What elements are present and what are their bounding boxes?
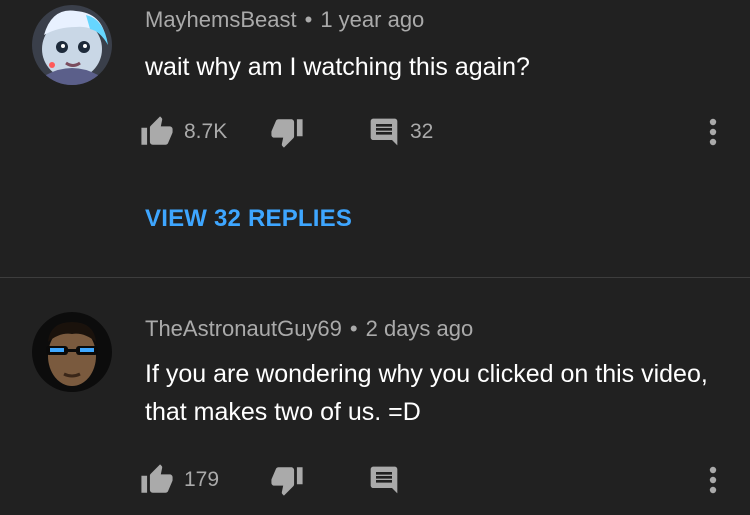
comment-2: TheAstronautGuy69 • 2 days ago If you are … [0,278,750,515]
reply-button[interactable]: 32 [368,112,433,152]
comment-1: MayhemsBeast • 1 year ago wait why am I wa… [0,0,750,277]
like-button[interactable]: 8.7K [140,112,227,152]
avatar-theastronautguy69[interactable] [32,312,112,392]
like-button[interactable]: 179 [140,460,219,500]
more-options-button[interactable] [703,464,723,496]
like-count: 179 [184,468,220,491]
view-replies-link[interactable]: VIEW 32 REPLIES [145,205,352,233]
thumbs-up-icon [141,116,173,145]
comment-time: 1 year ago [320,7,425,32]
dislike-button[interactable] [270,112,304,152]
comment-author[interactable]: MayhemsBeast [145,7,297,32]
more-options-button[interactable] [703,116,723,148]
avatar-mayhemsbeast[interactable] [32,5,112,85]
comment-meta: TheAstronautGuy69 • 2 days ago [145,316,473,342]
comment-author[interactable]: TheAstronautGuy69 [145,316,342,341]
thumbs-up-icon [141,464,173,493]
meta-separator: • [349,316,358,341]
comment-icon [370,466,398,494]
thumbs-down-icon [271,119,303,148]
dislike-button[interactable] [270,460,304,500]
comment-text: wait why am I watching this again? [145,53,530,81]
meta-separator: • [304,7,313,32]
comment-meta: MayhemsBeast • 1 year ago [145,7,424,33]
more-vertical-icon [709,118,717,146]
comment-icon [370,118,398,146]
comment-actions: 179 [140,460,740,500]
more-vertical-icon [709,466,717,494]
reply-count: 32 [410,120,434,143]
avatar-image [32,5,112,85]
like-count: 8.7K [184,120,228,143]
reply-button[interactable] [368,460,400,500]
avatar-image [32,312,112,392]
comment-actions: 8.7K 32 [140,112,740,152]
thumbs-down-icon [271,467,303,496]
comment-time: 2 days ago [365,316,474,341]
comment-text: If you are wondering why you clicked on … [145,360,708,426]
